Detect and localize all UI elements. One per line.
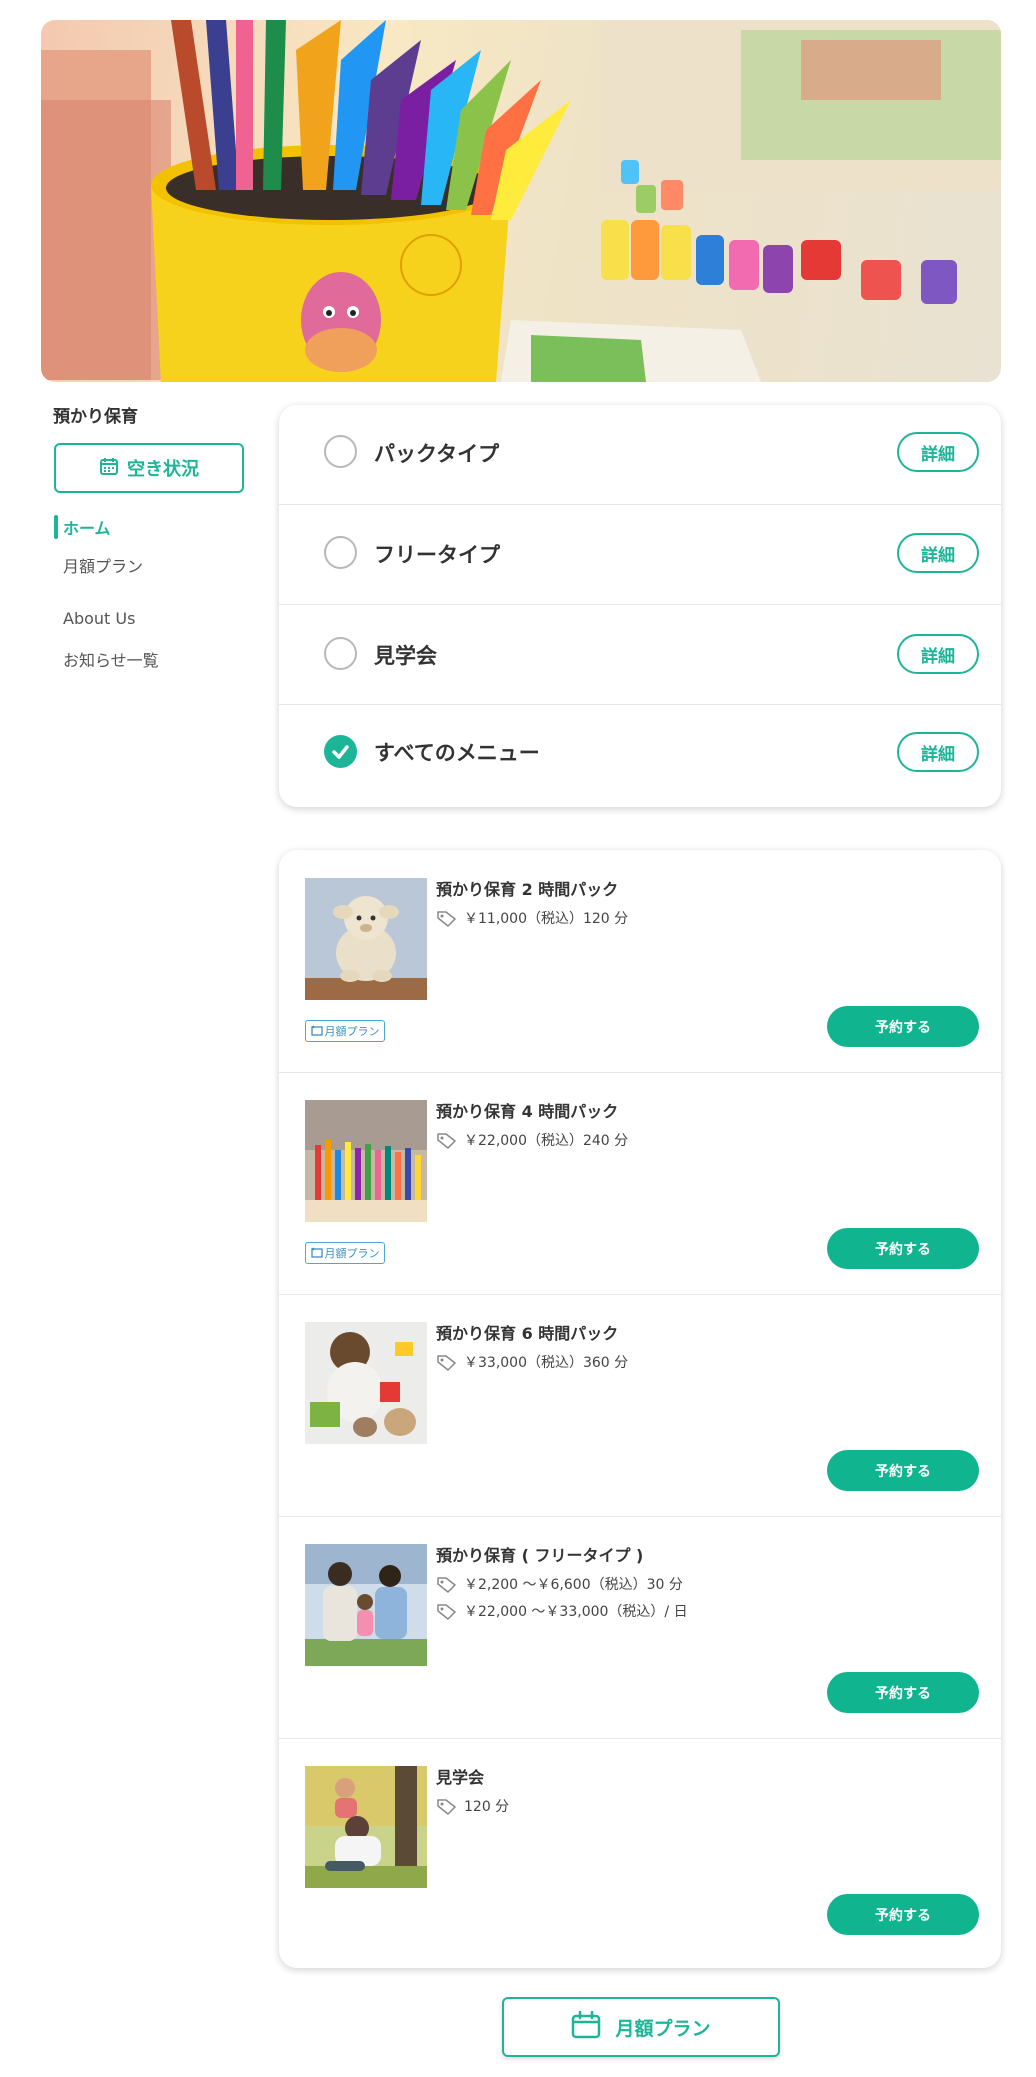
filter-divider bbox=[279, 604, 1001, 605]
price-line: ￥22,000 〜￥33,000（税込）/ 日 bbox=[436, 1601, 688, 1621]
vacancy-button[interactable]: 空き状況 bbox=[54, 443, 244, 493]
price-line: ￥2,200 〜￥6,600（税込）30 分 bbox=[436, 1574, 683, 1594]
hero-image bbox=[41, 20, 1001, 382]
menu-filter-card: パックタイプ 詳細 フリータイプ 詳細 見学会 詳細 すべてのメニュー 詳細 bbox=[279, 405, 1001, 807]
price-tag-icon bbox=[437, 1577, 456, 1593]
monthly-plan-button[interactable]: 月額プラン bbox=[502, 1997, 780, 2057]
detail-button-open-house[interactable]: 詳細 bbox=[897, 634, 979, 674]
detail-button-free-type[interactable]: 詳細 bbox=[897, 533, 979, 573]
detail-button-all-menus[interactable]: 詳細 bbox=[897, 732, 979, 772]
filter-label-pack-type: パックタイプ bbox=[374, 442, 500, 466]
price-tag-icon bbox=[437, 911, 456, 927]
radio-pack-type[interactable] bbox=[324, 435, 357, 468]
filter-divider bbox=[279, 504, 1001, 505]
filter-divider bbox=[279, 704, 1001, 705]
price-line: ￥33,000（税込）360 分 bbox=[436, 1352, 628, 1372]
monthly-plan-badge: 月額プラン bbox=[305, 1242, 385, 1264]
filter-label-all-menus: すべてのメニュー bbox=[374, 741, 540, 765]
reserve-button[interactable]: 予約する bbox=[827, 1672, 979, 1713]
family-outdoors-thumbnail bbox=[305, 1544, 427, 1666]
teddy-bear-thumbnail bbox=[305, 878, 427, 1000]
reserve-button[interactable]: 予約する bbox=[827, 1894, 979, 1935]
repeat-icon bbox=[310, 1247, 323, 1258]
price-text: ￥22,000（税込）240 分 bbox=[464, 1133, 629, 1149]
radio-all-menus[interactable] bbox=[324, 735, 357, 768]
calendar-icon bbox=[99, 456, 119, 481]
price-tag-icon bbox=[437, 1799, 456, 1815]
monthly-plan-badge-label: 月額プラン bbox=[324, 1025, 380, 1038]
reserve-button[interactable]: 予約する bbox=[827, 1228, 979, 1269]
check-icon bbox=[332, 745, 349, 759]
menu-item: 預かり保育 6 時間パック ￥33,000（税込）360 分 予約する bbox=[279, 1294, 1001, 1516]
price-text: ￥11,000（税込）120 分 bbox=[464, 911, 629, 927]
vacancy-button-label: 空き状況 bbox=[127, 459, 199, 480]
reserve-button[interactable]: 予約する bbox=[827, 1006, 979, 1047]
filter-label-free-type: フリータイプ bbox=[374, 543, 500, 567]
monthly-plan-badge: 月額プラン bbox=[305, 1020, 385, 1042]
radio-open-house[interactable] bbox=[324, 637, 357, 670]
sidebar-title: 預かり保育 bbox=[53, 407, 138, 427]
calendar-icon bbox=[571, 2010, 601, 2044]
parent-and-child-thumbnail bbox=[305, 1766, 427, 1888]
price-line: ￥11,000（税込）120 分 bbox=[436, 908, 628, 928]
menu-item: 預かり保育 ( フリータイプ ) ￥2,200 〜￥6,600（税込）30 分 … bbox=[279, 1516, 1001, 1738]
child-playing-thumbnail bbox=[305, 1322, 427, 1444]
menu-item-title: 預かり保育 2 時間パック bbox=[436, 880, 619, 899]
price-text: ￥22,000 〜￥33,000（税込）/ 日 bbox=[464, 1604, 688, 1620]
reserve-button[interactable]: 予約する bbox=[827, 1450, 979, 1491]
nav-item-home[interactable]: ホーム bbox=[63, 515, 111, 539]
detail-button-pack-type[interactable]: 詳細 bbox=[897, 432, 979, 472]
nav-item-about-us[interactable]: About Us bbox=[63, 609, 135, 628]
menu-item: 見学会 120 分 予約する bbox=[279, 1738, 1001, 1960]
price-tag-icon bbox=[437, 1604, 456, 1620]
menu-item-title: 預かり保育 ( フリータイプ ) bbox=[436, 1546, 644, 1565]
monthly-plan-badge-label: 月額プラン bbox=[324, 1247, 380, 1260]
menu-item: 預かり保育 2 時間パック ￥11,000（税込）120 分 月額プラン 予約す… bbox=[279, 850, 1001, 1072]
price-tag-icon bbox=[437, 1133, 456, 1149]
menu-item-title: 見学会 bbox=[436, 1768, 485, 1787]
filter-label-open-house: 見学会 bbox=[374, 644, 437, 668]
menu-item: 預かり保育 4 時間パック ￥22,000（税込）240 分 月額プラン 予約す… bbox=[279, 1072, 1001, 1294]
colored-pencils-thumbnail bbox=[305, 1100, 427, 1222]
price-text: ￥33,000（税込）360 分 bbox=[464, 1355, 629, 1371]
price-text: 120 分 bbox=[464, 1799, 510, 1815]
price-line: 120 分 bbox=[436, 1796, 509, 1816]
price-line: ￥22,000（税込）240 分 bbox=[436, 1130, 628, 1150]
menu-item-title: 預かり保育 4 時間パック bbox=[436, 1102, 619, 1121]
monthly-plan-button-label: 月額プラン bbox=[615, 2017, 711, 2040]
price-tag-icon bbox=[437, 1355, 456, 1371]
radio-free-type[interactable] bbox=[324, 536, 357, 569]
nav-item-monthly-plan[interactable]: 月額プラン bbox=[63, 553, 143, 577]
active-nav-indicator bbox=[54, 515, 58, 539]
menu-item-title: 預かり保育 6 時間パック bbox=[436, 1324, 619, 1343]
price-text: ￥2,200 〜￥6,600（税込）30 分 bbox=[464, 1577, 683, 1593]
nav-item-news-list[interactable]: お知らせ一覧 bbox=[63, 647, 159, 671]
repeat-icon bbox=[310, 1025, 323, 1036]
menu-list-card: 預かり保育 2 時間パック ￥11,000（税込）120 分 月額プラン 予約す… bbox=[279, 850, 1001, 1968]
